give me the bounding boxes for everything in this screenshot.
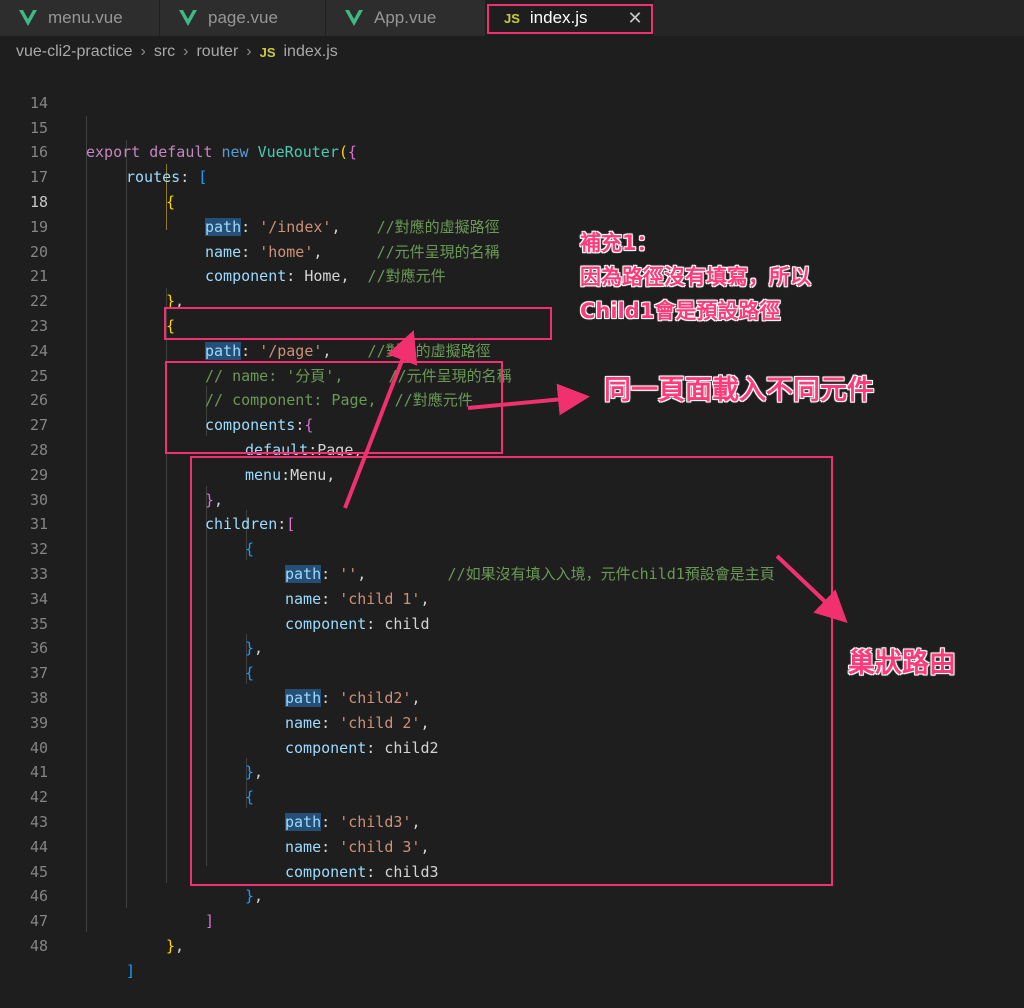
- annotation-box-name-comment: [164, 307, 552, 340]
- code-line: 19 name: 'home', //元件呈現的名稱: [0, 190, 1024, 261]
- annotation-note-nested-routes: 巢狀路由: [848, 648, 956, 679]
- code-line-current: 18 path: '/index', //對應的虛擬路徑: [0, 165, 1024, 236]
- annotation-box-children: [190, 456, 833, 886]
- code-token: }: [166, 936, 176, 955]
- code-line: 15 export default new VueRouter({: [0, 91, 1024, 162]
- breadcrumb-item[interactable]: index.js: [284, 43, 338, 61]
- js-icon: JS: [259, 44, 276, 60]
- breadcrumb: vue-cli2-practice › src › router › JS in…: [0, 36, 1024, 68]
- vue-icon: [179, 10, 197, 26]
- annotation-note-components: 同一頁面載入不同元件: [604, 375, 874, 406]
- vue-icon: [345, 10, 363, 26]
- tab-label: page.vue: [208, 8, 278, 27]
- code-token: ]: [126, 961, 136, 980]
- code-line: 22 {: [0, 264, 1024, 335]
- code-line: 48 ]: [0, 909, 1024, 980]
- note-line: 補充1：: [580, 231, 658, 255]
- tab-label: App.vue: [374, 8, 437, 27]
- tab-label: menu.vue: [48, 8, 123, 27]
- line-number: 48: [29, 936, 48, 955]
- chevron-right-icon: ›: [140, 43, 146, 60]
- annotation-note-default-path: 補充1： 因為路徑沒有填寫，所以 Child1會是預設路徑: [580, 226, 811, 328]
- chevron-right-icon: ›: [183, 43, 189, 60]
- tab-menu-vue[interactable]: menu.vue: [0, 0, 160, 36]
- tab-app-vue[interactable]: App.vue: [326, 0, 486, 36]
- code-line: 16 routes: [: [0, 116, 1024, 186]
- breadcrumb-item[interactable]: vue-cli2-practice: [16, 43, 132, 61]
- annotation-box-components: [165, 361, 503, 454]
- code-line: 28 menu:Menu,: [0, 413, 1024, 484]
- code-line: 20 component: Home, //對應元件: [0, 215, 1024, 286]
- code-line: 17 {: [0, 140, 1024, 211]
- chevron-right-icon: ›: [246, 43, 252, 60]
- breadcrumb-item[interactable]: src: [154, 43, 175, 61]
- note-line: 因為路徑沒有填寫，所以: [580, 265, 811, 289]
- code-line: 47 },: [0, 884, 1024, 955]
- breadcrumb-item[interactable]: router: [196, 43, 238, 61]
- code-line: 21 },: [0, 240, 1024, 310]
- code-token: ,: [175, 936, 185, 955]
- note-line: Child1會是預設路徑: [580, 299, 781, 323]
- code-line: 14: [0, 66, 1024, 112]
- tab-page-vue[interactable]: page.vue: [160, 0, 326, 36]
- code-line: 25 // component: Page, //對應元件: [0, 339, 1024, 410]
- vue-icon: [19, 10, 37, 26]
- annotation-box-tab: [487, 4, 653, 34]
